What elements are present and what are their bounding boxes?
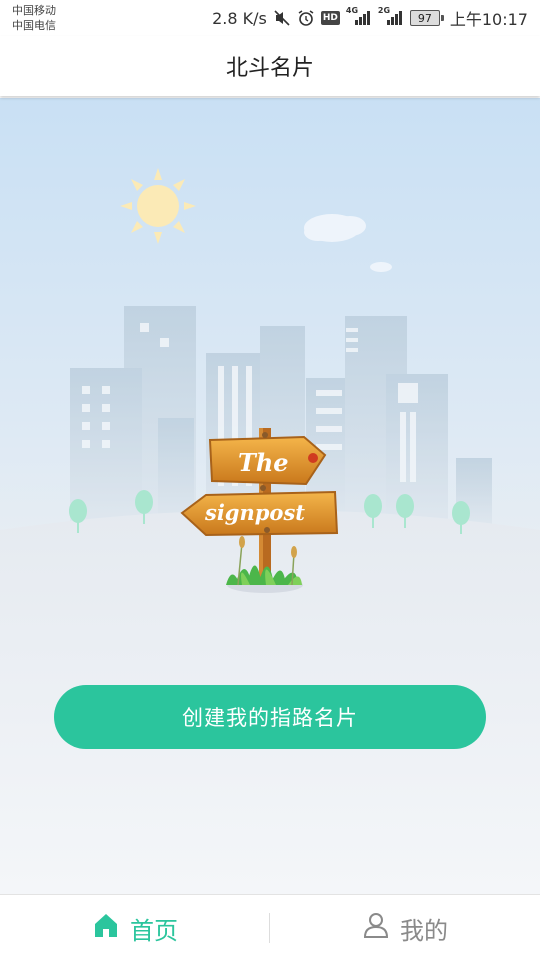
sun-icon	[120, 168, 196, 244]
mute-icon	[273, 9, 291, 27]
status-bar: 中国移动 中国电信 2.8 K/s HD 4G 2G 97 上午10:17	[0, 0, 540, 36]
home-icon	[92, 911, 120, 945]
alarm-icon	[297, 9, 315, 27]
net-speed: 2.8 K/s	[212, 8, 267, 28]
tab-profile[interactable]: 我的	[270, 895, 540, 961]
signal-4g-icon: 4G	[346, 6, 372, 26]
user-icon	[362, 911, 390, 945]
carrier-2: 中国电信	[12, 19, 56, 32]
title-bar: 北斗名片	[0, 36, 540, 96]
net-2g-label: 2G	[377, 6, 391, 15]
status-indicators: 2.8 K/s HD 4G 2G 97 上午10:17	[212, 6, 528, 30]
city-scene-illustration: The signpost	[0, 168, 540, 894]
carrier-1: 中国移动	[12, 4, 56, 17]
clock: 上午10:17	[449, 10, 528, 29]
tab-profile-label: 我的	[400, 916, 448, 945]
sign-top-text: The	[238, 448, 289, 477]
carrier-info: 中国移动 中国电信	[12, 3, 56, 33]
hero-illustration: The signpost	[0, 98, 540, 894]
tab-home-label: 首页	[130, 916, 178, 945]
create-card-button[interactable]: 创建我的指路名片	[54, 685, 486, 749]
cloud-icon	[304, 214, 392, 272]
tab-divider	[269, 913, 270, 943]
net-4g-label: 4G	[345, 6, 359, 15]
sign-bottom-text: signpost	[204, 500, 305, 525]
battery-icon: 97	[409, 10, 444, 26]
bottom-nav: 首页 我的	[0, 894, 540, 961]
tab-home[interactable]: 首页	[0, 895, 270, 961]
hd-badge: HD	[320, 11, 340, 25]
ladybug-icon	[308, 453, 318, 463]
page-title: 北斗名片	[225, 56, 314, 81]
signal-2g-icon: 2G	[378, 6, 404, 26]
battery-level: 97	[409, 10, 440, 26]
